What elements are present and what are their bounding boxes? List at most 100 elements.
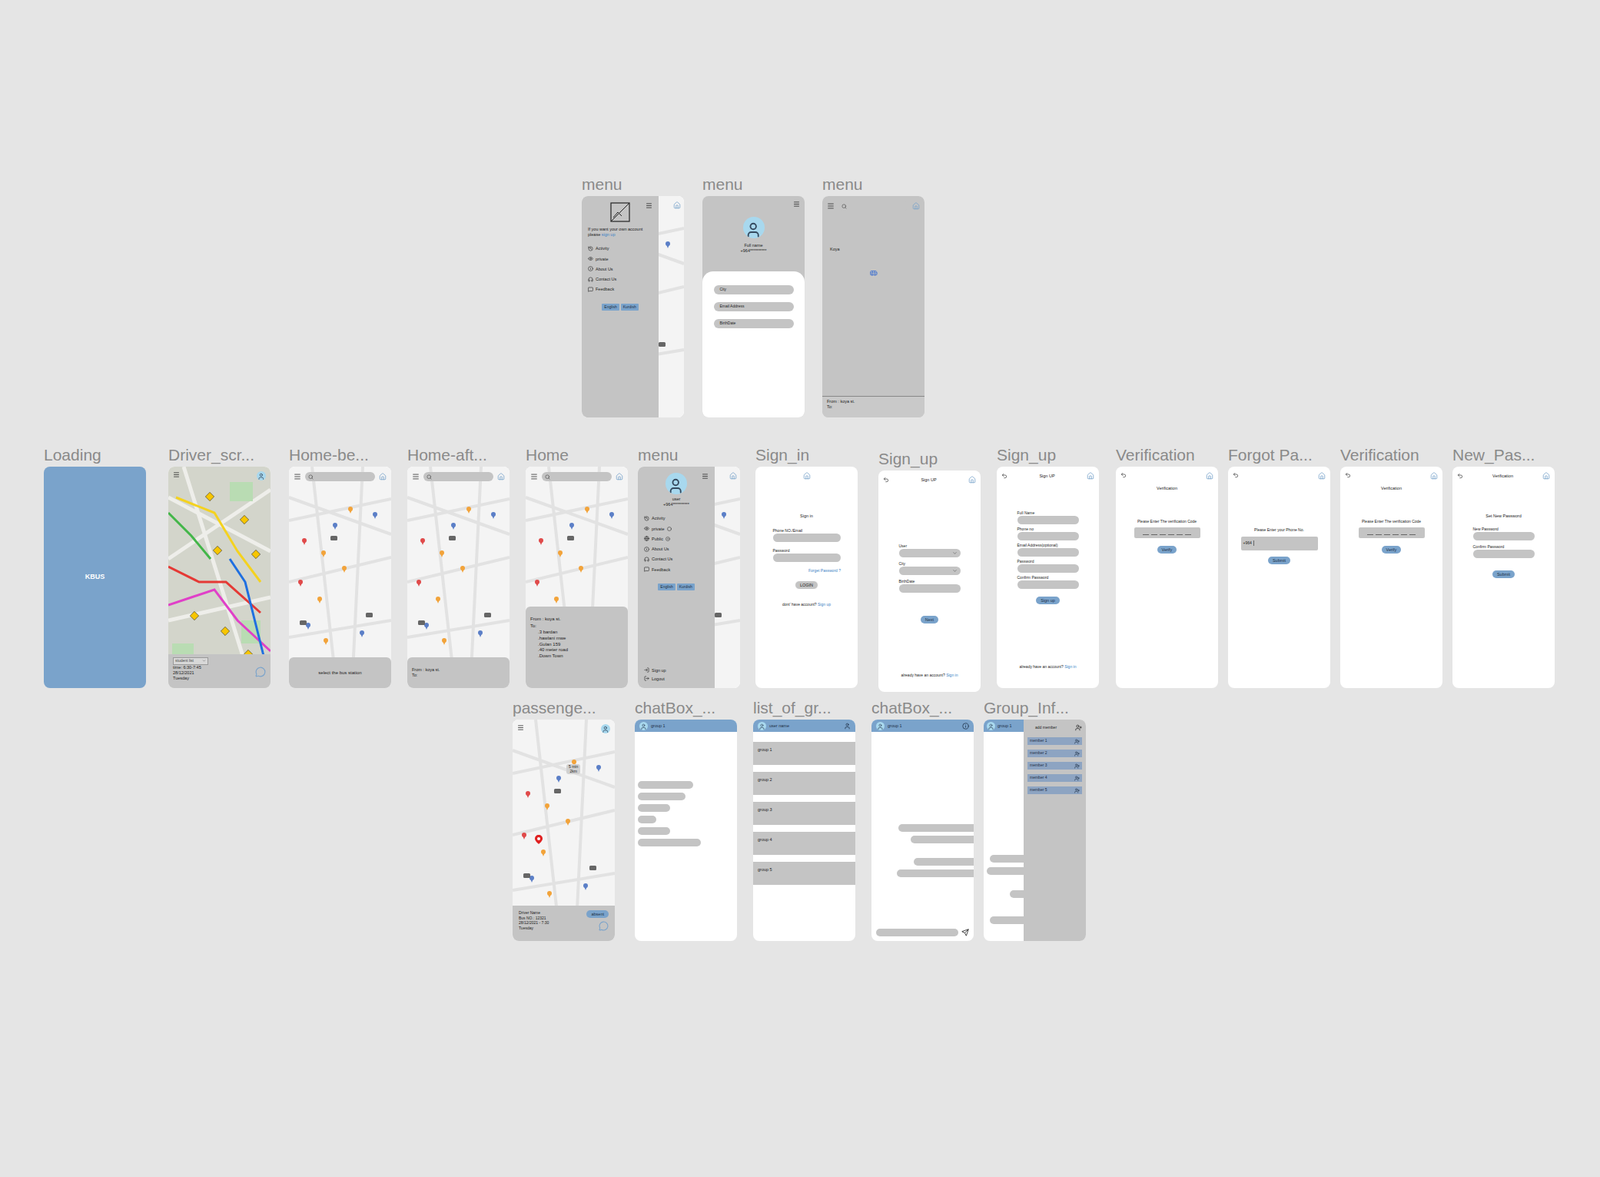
forgot-link[interactable]: Forget Password ?: [808, 567, 841, 575]
map-pin-icon[interactable]: [547, 890, 552, 898]
artboard[interactable]: chatBox_...group 1: [634, 697, 737, 941]
map-pin-icon[interactable]: [565, 818, 571, 826]
bus-icon[interactable]: [448, 535, 456, 541]
language-button[interactable]: Kurdish: [677, 583, 695, 591]
artboard[interactable]: Sign_inSign inPhone NO./EmailPasswordFor…: [755, 444, 858, 688]
signin-link[interactable]: Sign in: [946, 672, 958, 678]
menu-item[interactable]: Feedback: [587, 285, 653, 293]
bus-icon[interactable]: [554, 788, 561, 794]
bus-icon[interactable]: [418, 620, 425, 625]
hamburger-icon[interactable]: [826, 202, 835, 210]
map-pin-icon[interactable]: [491, 511, 496, 519]
bus-icon[interactable]: [484, 612, 492, 618]
menu-item[interactable]: Activity: [587, 245, 653, 252]
button[interactable]: absent: [586, 909, 609, 918]
group-item[interactable]: group 4: [753, 831, 856, 855]
bus-icon[interactable]: [299, 620, 307, 625]
artboard[interactable]: Home-aft...From : koya st.To:: [407, 444, 510, 688]
button[interactable]: Verify: [1381, 545, 1402, 554]
hamburger-icon[interactable]: [793, 200, 800, 208]
map-pin-icon[interactable]: [538, 537, 544, 545]
map-pin-icon[interactable]: [609, 511, 615, 519]
map-pin-icon[interactable]: [439, 550, 445, 558]
bus-icon[interactable]: [365, 612, 373, 618]
input[interactable]: [1017, 547, 1079, 557]
profile-field[interactable]: BirthDate: [713, 318, 794, 329]
home-icon[interactable]: [968, 475, 976, 484]
menu-item[interactable]: private: [643, 525, 709, 532]
radio-selected-icon[interactable]: [665, 536, 671, 542]
signup-link[interactable]: sign up: [601, 232, 616, 237]
button[interactable]: Verify: [1157, 545, 1178, 554]
input[interactable]: [1017, 564, 1079, 573]
hamburger-icon[interactable]: [517, 723, 525, 731]
bus-icon[interactable]: [869, 268, 878, 277]
home-icon[interactable]: [1542, 471, 1551, 480]
map-pin-icon[interactable]: [451, 522, 456, 530]
artboard[interactable]: Forgot Pa...Please Enter your Phone No.+…: [1228, 444, 1331, 688]
language-button[interactable]: English: [657, 583, 675, 591]
map-pin-icon[interactable]: [348, 506, 353, 514]
map-pin-icon[interactable]: [521, 832, 527, 840]
phone-input[interactable]: +964: [1241, 536, 1318, 551]
artboard[interactable]: LoadingKBUS: [43, 444, 147, 688]
group-item[interactable]: group 2: [753, 771, 856, 795]
menu-item[interactable]: Activity: [643, 514, 709, 522]
artboard[interactable]: Sign_upSign UPFull NamePhone noEmail Add…: [996, 444, 1099, 688]
artboard[interactable]: chatBox_...group 1: [871, 697, 974, 941]
language-button[interactable]: Kurdish: [620, 303, 639, 312]
artboard[interactable]: Driver_scr...student listtime: 6:30-7:45…: [168, 444, 271, 688]
member-item[interactable]: member 2: [1027, 749, 1083, 757]
map-pin-icon[interactable]: [460, 565, 465, 573]
artboard[interactable]: VerificationVerificationPlease Enter The…: [1115, 444, 1219, 688]
map-pin-icon[interactable]: [302, 537, 307, 545]
member-item[interactable]: member 3: [1027, 761, 1083, 770]
stop-item[interactable]: .40 meter road: [537, 647, 624, 654]
artboard[interactable]: menuIf you want your own account please …: [581, 174, 684, 418]
profile-field[interactable]: City: [713, 285, 794, 295]
menu-item[interactable]: Contact Us: [643, 555, 709, 562]
bus-icon[interactable]: [658, 341, 666, 347]
back-icon[interactable]: [1232, 471, 1239, 479]
artboard[interactable]: Home-be...select the bus station: [288, 444, 392, 688]
home-icon[interactable]: [1086, 471, 1095, 480]
map-pin-icon[interactable]: [557, 550, 563, 558]
member-item[interactable]: member 1: [1027, 736, 1083, 745]
map-pin-icon[interactable]: [665, 241, 671, 249]
stop-item[interactable]: .Gulan 159: [537, 641, 624, 648]
map-pin-icon[interactable]: [541, 849, 546, 857]
search-field[interactable]: [838, 201, 909, 211]
input[interactable]: [773, 553, 841, 562]
input[interactable]: [899, 566, 961, 575]
artboard[interactable]: Sign_upSign UPUserCityBirthDateNextalrea…: [878, 448, 981, 692]
menu-item[interactable]: Feedback: [643, 566, 709, 573]
chat-icon[interactable]: [255, 666, 266, 678]
signup-link[interactable]: Sign up: [817, 601, 831, 607]
input[interactable]: [773, 533, 841, 542]
map-pin-icon[interactable]: [583, 882, 588, 890]
hamburger-icon[interactable]: [645, 202, 653, 210]
map-pin-icon[interactable]: [525, 790, 531, 798]
back-icon[interactable]: [882, 476, 890, 483]
button[interactable]: Submit: [1268, 556, 1291, 565]
group-item[interactable]: group 3: [753, 801, 856, 825]
back-icon[interactable]: [1120, 471, 1127, 479]
input[interactable]: [1017, 580, 1079, 589]
home-icon[interactable]: [1317, 471, 1326, 480]
language-button[interactable]: English: [601, 303, 619, 312]
hamburger-icon[interactable]: [293, 472, 302, 481]
map-pin-icon[interactable]: [317, 596, 322, 604]
map-pin-icon[interactable]: [441, 637, 447, 645]
home-icon[interactable]: [1430, 471, 1438, 480]
map-pin-icon[interactable]: [584, 506, 590, 514]
map-pin-icon[interactable]: [298, 579, 303, 587]
input[interactable]: [899, 548, 961, 558]
map-pin-icon[interactable]: [332, 522, 338, 530]
home-icon[interactable]: [378, 472, 387, 481]
menu-item[interactable]: private: [587, 255, 653, 263]
back-icon[interactable]: [1344, 471, 1352, 479]
map-pin-icon[interactable]: [721, 511, 727, 519]
info-icon[interactable]: [962, 722, 970, 730]
map-pin-icon[interactable]: [435, 596, 441, 604]
input[interactable]: [1017, 531, 1079, 541]
